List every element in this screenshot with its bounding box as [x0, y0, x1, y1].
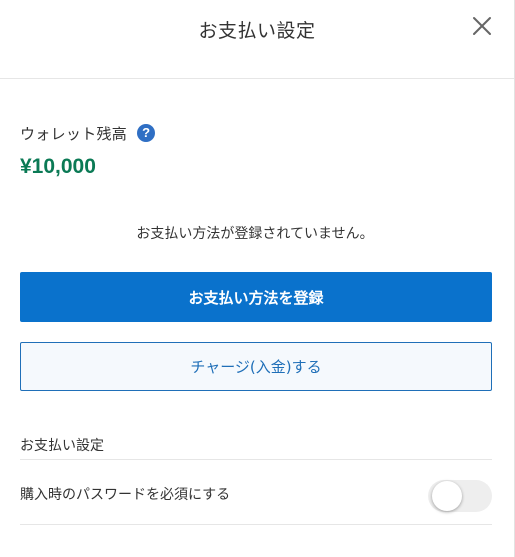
- wallet-balance-label: ウォレット残高: [20, 124, 128, 143]
- panel-title: お支払い設定: [198, 20, 316, 42]
- require-password-toggle[interactable]: [428, 480, 492, 512]
- charge-button[interactable]: チャージ(入金)する: [20, 342, 492, 391]
- panel-header: お支払い設定: [0, 0, 514, 79]
- setting-row-divider: [20, 524, 492, 525]
- no-payment-method-notice: お支払い方法が登録されていません。: [136, 226, 374, 242]
- section-divider: [20, 459, 492, 460]
- toggle-knob: [432, 481, 462, 511]
- close-icon: [473, 17, 491, 35]
- payment-settings-section-title: お支払い設定: [20, 438, 104, 454]
- close-button[interactable]: [469, 13, 495, 39]
- wallet-balance-amount: ¥10,000: [20, 155, 96, 178]
- register-payment-method-button[interactable]: お支払い方法を登録: [20, 272, 492, 322]
- payment-settings-panel: お支払い設定 ウォレット残高 ? ¥10,000 お支払い方法が登録されていませ…: [0, 0, 515, 557]
- wallet-balance-label-row: ウォレット残高 ?: [20, 122, 156, 144]
- require-password-label: 購入時のパスワードを必須にする: [20, 487, 231, 503]
- help-icon[interactable]: ?: [137, 124, 156, 142]
